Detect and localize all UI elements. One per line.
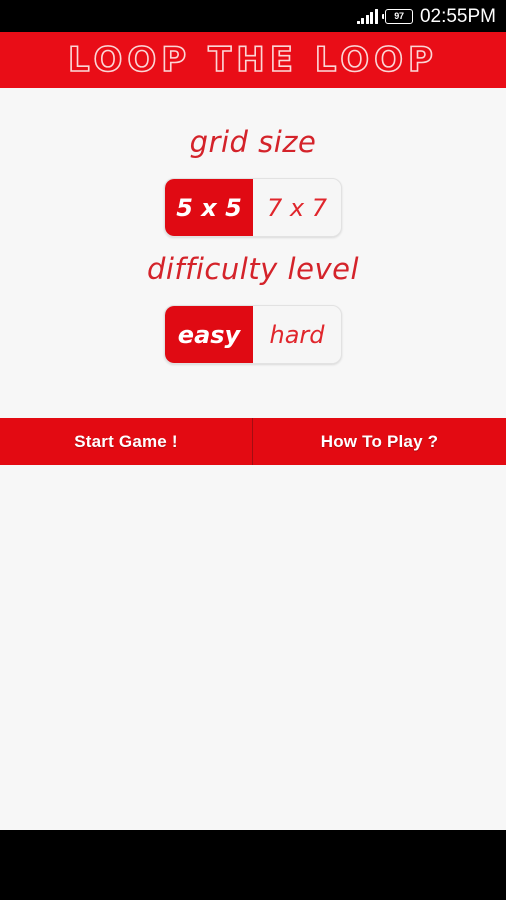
app-screen: 97 02:55PM LOOP THE LOOP grid size 5 x 5… xyxy=(0,0,506,900)
difficulty-level-label: difficulty level xyxy=(146,252,360,286)
start-game-button[interactable]: Start Game ! xyxy=(0,418,253,465)
main-content: grid size 5 x 5 7 x 7 difficulty level e… xyxy=(0,88,506,830)
status-bar-clock: 02:55PM xyxy=(419,5,496,27)
action-bar: Start Game ! How To Play ? xyxy=(0,418,506,465)
difficulty-option-easy[interactable]: easy xyxy=(165,306,253,363)
status-bar: 97 02:55PM xyxy=(0,0,506,32)
grid-size-option-7x7[interactable]: 7 x 7 xyxy=(253,179,341,236)
app-title: LOOP THE LOOP xyxy=(67,40,438,80)
signal-bars-icon xyxy=(356,8,378,24)
grid-size-toggle[interactable]: 5 x 5 7 x 7 xyxy=(164,178,342,237)
grid-size-option-5x5[interactable]: 5 x 5 xyxy=(165,179,253,236)
app-header: LOOP THE LOOP xyxy=(0,32,506,88)
status-bar-indicators: 97 02:55PM xyxy=(356,5,496,27)
difficulty-option-hard[interactable]: hard xyxy=(253,306,341,363)
how-to-play-button[interactable]: How To Play ? xyxy=(253,418,506,465)
difficulty-toggle[interactable]: easy hard xyxy=(164,305,342,364)
grid-size-label: grid size xyxy=(189,125,317,159)
battery-level-label: 97 xyxy=(394,10,404,21)
battery-icon: 97 xyxy=(381,8,413,24)
system-navigation-bar xyxy=(0,830,506,900)
